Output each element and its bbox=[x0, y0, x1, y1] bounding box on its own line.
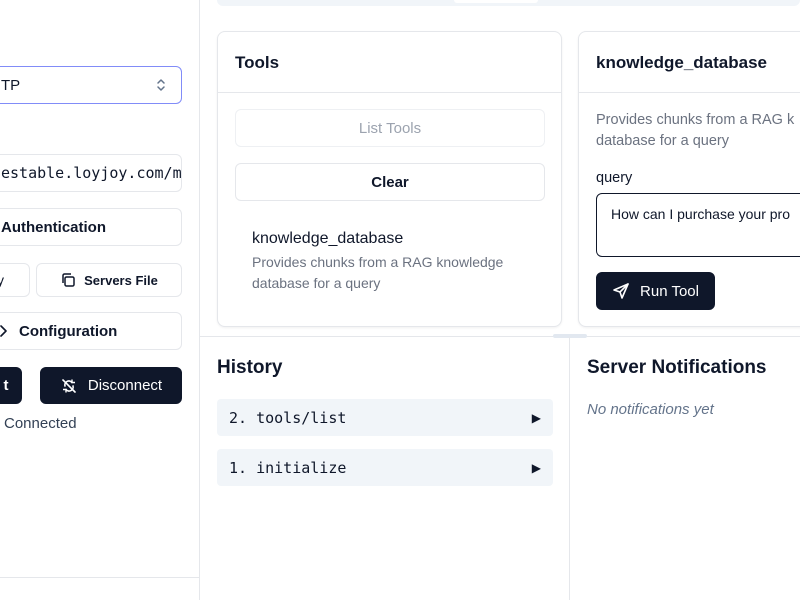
tool-list-item-description: Provides chunks from a RAG knowledge dat… bbox=[252, 254, 504, 291]
tool-detail-panel: knowledge_database Provides chunks from … bbox=[578, 31, 800, 327]
configuration-button[interactable]: Configuration bbox=[0, 312, 182, 350]
sidebar: TP estable.loyjoy.com/m Authentication y… bbox=[0, 0, 200, 600]
tool-detail-description-line: database for a query bbox=[596, 133, 730, 149]
run-tool-button[interactable]: Run Tool bbox=[596, 272, 715, 310]
tools-panel-title: Tools bbox=[235, 53, 280, 72]
authentication-label: Authentication bbox=[1, 218, 106, 236]
section-divider bbox=[200, 336, 800, 337]
disconnect-button[interactable]: Disconnect bbox=[40, 367, 182, 404]
send-icon bbox=[612, 282, 630, 300]
tool-list-item-name[interactable]: knowledge_database bbox=[252, 230, 403, 248]
server-url-input[interactable]: estable.loyjoy.com/m bbox=[0, 154, 182, 192]
unplug-icon bbox=[60, 377, 78, 395]
tool-detail-description: Provides chunks from a RAG k database fo… bbox=[596, 110, 800, 152]
tool-detail-divider bbox=[579, 92, 800, 93]
chevron-up-down-icon bbox=[155, 76, 167, 94]
copy-icon bbox=[60, 272, 76, 288]
server-notifications-title: Server Notifications bbox=[587, 357, 767, 378]
query-param-value: How can I purchase your pro bbox=[611, 206, 790, 222]
copy-entry-label: y bbox=[0, 272, 4, 288]
notifications-empty-text: No notifications yet bbox=[587, 401, 714, 418]
history-title: History bbox=[217, 357, 283, 378]
tool-detail-description-line: Provides chunks from a RAG k bbox=[596, 112, 795, 128]
run-tool-label: Run Tool bbox=[640, 282, 699, 300]
sidebar-bottom-divider bbox=[0, 577, 199, 578]
query-param-input[interactable]: How can I purchase your pro bbox=[596, 193, 800, 257]
server-url-value: estable.loyjoy.com/m bbox=[1, 164, 182, 182]
authentication-button[interactable]: Authentication bbox=[0, 208, 182, 246]
history-item[interactable]: 2. tools/list ▶ bbox=[217, 399, 553, 436]
expand-arrow-icon: ▶ bbox=[531, 410, 541, 425]
chevron-right-icon bbox=[0, 324, 9, 338]
tool-detail-title: knowledge_database bbox=[596, 53, 768, 72]
history-item-label: 2. tools/list bbox=[229, 408, 347, 427]
active-tab-indicator[interactable] bbox=[454, 0, 538, 3]
transport-type-value: TP bbox=[1, 76, 21, 94]
clear-tools-button[interactable]: Clear bbox=[235, 163, 545, 201]
configuration-label: Configuration bbox=[19, 322, 118, 340]
clear-label: Clear bbox=[371, 173, 409, 191]
tools-panel-divider bbox=[218, 92, 561, 93]
list-tools-label: List Tools bbox=[358, 119, 422, 137]
history-item-label: 1. initialize bbox=[229, 458, 347, 477]
disconnect-label: Disconnect bbox=[87, 377, 163, 394]
resize-handle[interactable] bbox=[553, 334, 587, 338]
list-tools-button[interactable]: List Tools bbox=[235, 109, 545, 147]
connection-status-text: Connected bbox=[4, 415, 77, 432]
copy-entry-button[interactable]: y bbox=[0, 263, 30, 297]
servers-file-button[interactable]: Servers File bbox=[36, 263, 182, 297]
history-item[interactable]: 1. initialize ▶ bbox=[217, 449, 553, 486]
reconnect-label: t bbox=[3, 377, 9, 394]
servers-file-label: Servers File bbox=[84, 272, 158, 288]
transport-type-select[interactable]: TP bbox=[0, 66, 182, 104]
expand-arrow-icon: ▶ bbox=[531, 460, 541, 475]
query-param-label: query bbox=[596, 170, 633, 186]
lower-vertical-divider bbox=[569, 337, 570, 600]
tools-panel: Tools List Tools Clear knowledge_databas… bbox=[217, 31, 562, 327]
reconnect-button[interactable]: t bbox=[0, 367, 22, 404]
